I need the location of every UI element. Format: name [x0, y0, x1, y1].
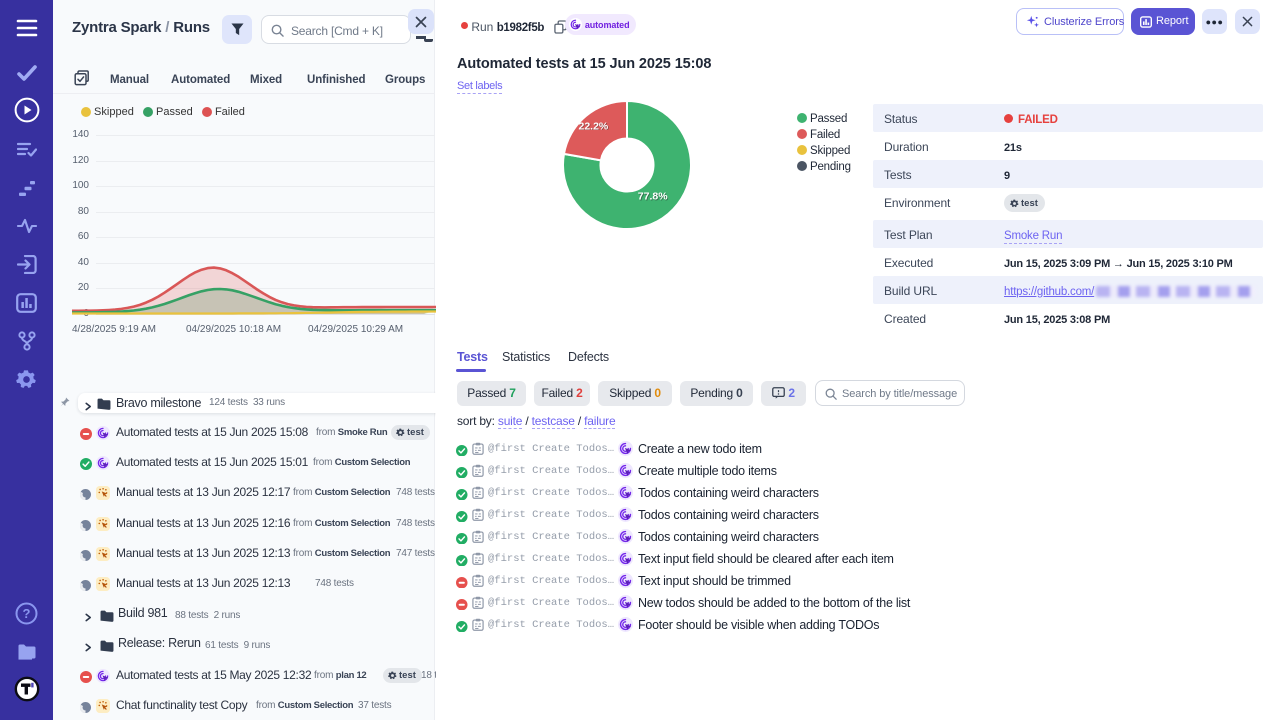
svg-text:?: ?: [23, 606, 31, 621]
svg-text:77.8%: 77.8%: [638, 191, 668, 203]
svg-text:22.2%: 22.2%: [579, 120, 609, 132]
